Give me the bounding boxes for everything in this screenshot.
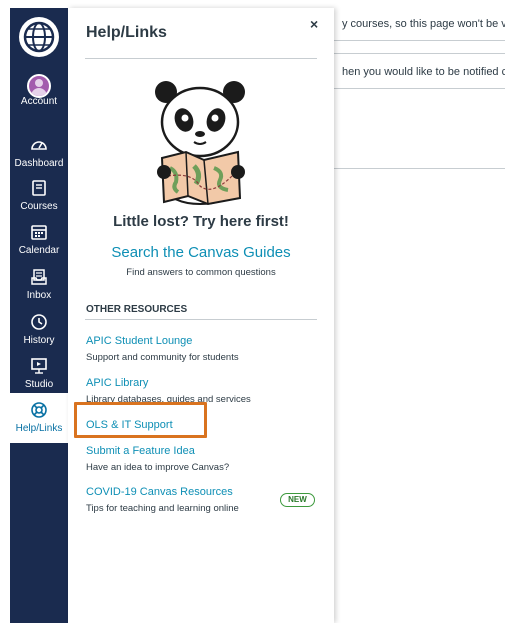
divider: [333, 53, 505, 54]
divider: [85, 58, 317, 59]
panda-map-illustration: [155, 81, 245, 206]
nav-item-label: Dashboard: [14, 158, 64, 169]
help-tray: Help/Links × Little lost? Try here first…: [68, 8, 334, 623]
divider: [333, 40, 505, 41]
background-text-line: hen you would like to be notified c: [342, 66, 505, 78]
search-guides-description: Find answers to common questions: [126, 267, 276, 278]
inbox-icon: [10, 268, 68, 290]
nav-item-label: Courses: [20, 201, 58, 212]
nav-item-history[interactable]: History: [10, 313, 68, 355]
close-icon[interactable]: ×: [310, 16, 318, 32]
canvas-logo-icon[interactable]: [19, 17, 59, 57]
calendar-icon: [10, 223, 68, 245]
book-icon: [10, 179, 68, 201]
nav-item-label: Inbox: [26, 290, 52, 301]
resource-link-student-lounge[interactable]: APIC Student Lounge: [86, 335, 192, 347]
nav-item-inbox[interactable]: Inbox: [10, 268, 68, 310]
global-navigation: Account Dashboard Courses Calendar Inbox…: [10, 8, 68, 623]
clock-icon: [10, 313, 68, 335]
divider: [333, 168, 505, 169]
nav-item-courses[interactable]: Courses: [10, 179, 68, 221]
lost-heading: Little lost? Try here first!: [113, 213, 289, 230]
nav-item-calendar[interactable]: Calendar: [10, 223, 68, 265]
resource-link-library[interactable]: APIC Library: [86, 377, 148, 389]
section-heading: OTHER RESOURCES: [86, 304, 188, 315]
resource-link-feature-idea[interactable]: Submit a Feature Idea: [86, 445, 195, 457]
resource-description: Have an idea to improve Canvas?: [86, 462, 230, 473]
nav-item-account[interactable]: Account: [10, 74, 68, 116]
tray-title: Help/Links: [86, 24, 167, 41]
user-avatar-icon: [10, 74, 68, 98]
resource-link-covid-resources[interactable]: COVID-19 Canvas Resources: [86, 486, 233, 498]
nav-item-label: History: [23, 335, 55, 346]
resource-description: Support and community for students: [86, 352, 239, 363]
nav-item-help-links[interactable]: Help/Links: [10, 393, 68, 443]
nav-item-label: Help/Links: [15, 423, 63, 434]
new-badge: NEW: [280, 493, 315, 507]
resource-description: Tips for teaching and learning online: [86, 503, 239, 514]
speedometer-icon: [10, 136, 68, 158]
lifebuoy-icon: [10, 401, 68, 423]
nav-item-dashboard[interactable]: Dashboard: [10, 136, 68, 178]
divider: [85, 319, 317, 320]
divider: [333, 88, 505, 89]
nav-item-label: Calendar: [18, 245, 60, 256]
nav-item-label: Studio: [24, 379, 54, 390]
highlight-box: [74, 402, 207, 438]
studio-icon: [10, 357, 68, 379]
background-text-line: y courses, so this page won't be ve: [342, 18, 505, 30]
search-canvas-guides-link[interactable]: Search the Canvas Guides: [68, 244, 334, 261]
